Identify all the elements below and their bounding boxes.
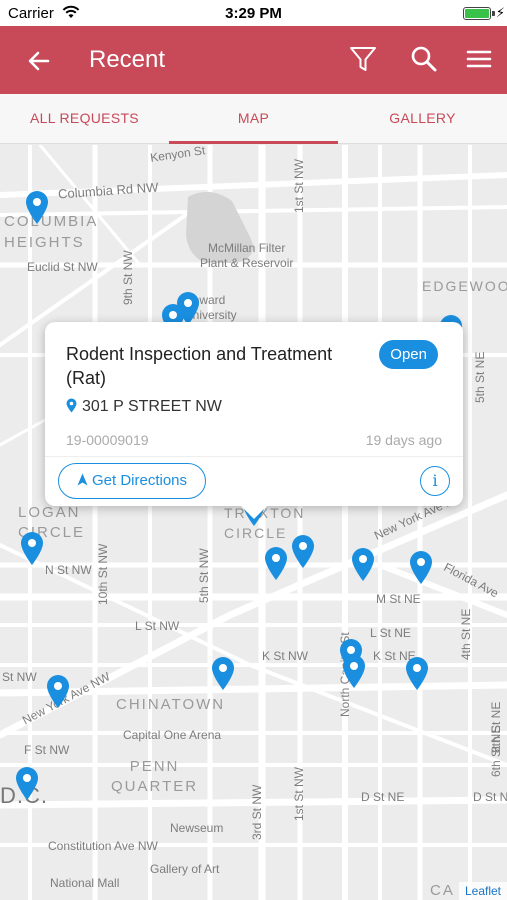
search-icon[interactable] [409, 44, 439, 74]
map-label: L St NE [370, 626, 411, 640]
request-title: Rodent Inspection and Treatment (Rat) [66, 344, 333, 388]
map-label: McMillan Filter Plant & Reservoir [200, 241, 294, 270]
map-pin-icon[interactable] [341, 653, 367, 689]
request-address: 301 P STREET NW [66, 398, 222, 416]
tab-map[interactable]: MAP [169, 94, 338, 144]
get-directions-button[interactable]: Get Directions [58, 463, 206, 499]
map-label: 4th St NE [459, 608, 473, 660]
menu-icon[interactable] [464, 44, 494, 74]
address-text: 301 P STREET NW [82, 398, 222, 415]
map-label: CHINATOWN [116, 696, 226, 713]
leaflet-attribution[interactable]: Leaflet [458, 882, 507, 900]
filter-icon[interactable] [348, 44, 378, 74]
map-pin-icon[interactable] [45, 673, 71, 709]
info-button[interactable]: i [420, 466, 450, 496]
map-pin-icon[interactable] [19, 530, 45, 566]
status-bar: Carrier 3:29 PM ⚡ [0, 0, 507, 26]
map-label: M St NE [376, 592, 421, 606]
map-label: 5th St NW [197, 548, 211, 603]
map-label: 10th St NW [96, 543, 110, 605]
map-pin-icon[interactable] [210, 655, 236, 691]
map-label: 9th St NW [121, 250, 135, 305]
map-label: CA [430, 882, 455, 899]
map-label: St NW [2, 670, 37, 684]
navigation-arrow-icon [77, 473, 88, 486]
request-popup: Rodent Inspection and Treatment (Rat) Op… [45, 322, 463, 519]
map-pin-icon[interactable] [290, 533, 316, 569]
map-label: National Mall [50, 876, 120, 890]
map-label: 1st St NW [292, 766, 306, 821]
map-label: EDGEWOOD [422, 278, 507, 294]
page-title: Recent [89, 46, 166, 73]
status-badge: Open [379, 340, 438, 369]
app-header: Recent [0, 26, 507, 94]
map-label: 3rd St NW [250, 784, 264, 840]
tab-bar: ALL REQUESTS MAP GALLERY [0, 94, 507, 144]
map-view[interactable]: Kenyon St Columbia Rd NW COLUMBIA HEIGHT… [0, 145, 507, 900]
location-pin-icon [66, 398, 77, 413]
map-pin-icon[interactable] [350, 546, 376, 582]
map-label: 8th St NE [489, 701, 503, 753]
map-label: Constitution Ave NW [48, 839, 158, 853]
map-label: K St NW [262, 649, 309, 663]
clock: 3:29 PM [225, 5, 282, 22]
map-pin-icon[interactable] [404, 655, 430, 691]
map-label: F St NW [24, 743, 70, 757]
map-label: N St NW [45, 563, 92, 577]
tab-all-requests[interactable]: ALL REQUESTS [0, 94, 169, 143]
map-label: Gallery of Art [150, 862, 220, 876]
map-pin-icon[interactable] [24, 189, 50, 225]
map-label: 1st St NW [292, 158, 306, 213]
map-label: Newseum [170, 821, 224, 835]
back-arrow-icon[interactable] [22, 44, 56, 78]
map-pin-icon[interactable] [408, 549, 434, 585]
map-label: 5th St NE [473, 351, 487, 403]
divider [45, 456, 463, 457]
map-label: D St NW [473, 790, 507, 804]
battery-icon [463, 7, 491, 20]
get-directions-label: Get Directions [91, 472, 188, 489]
map-pin-icon[interactable] [263, 545, 289, 581]
charging-icon: ⚡ [495, 5, 505, 20]
map-pin-icon[interactable] [14, 765, 40, 801]
tab-gallery[interactable]: GALLERY [338, 94, 507, 143]
request-age: 19 days ago [365, 432, 442, 448]
map-label: PENN QUARTER [111, 758, 199, 795]
request-id: 19-00009019 [66, 432, 149, 448]
map-label: COLUMBIA HEIGHTS [4, 213, 99, 251]
map-label: L St NW [135, 619, 180, 633]
map-label: Capital One Arena [123, 728, 222, 742]
map-label: Euclid St NW [27, 260, 98, 274]
map-label: D St NE [361, 790, 405, 804]
